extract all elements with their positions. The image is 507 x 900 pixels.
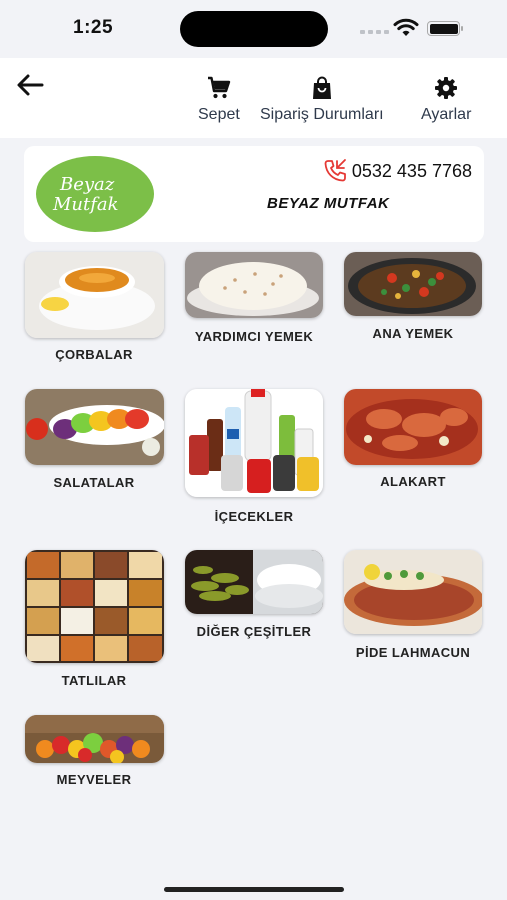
- category-label: SALATALAR: [53, 475, 135, 490]
- order-status-button[interactable]: Sipariş Durumları: [260, 76, 384, 124]
- settings-button[interactable]: Ayarlar: [421, 76, 471, 124]
- cart-icon: [207, 76, 231, 99]
- category-tile-yardimci-yemek[interactable]: [185, 252, 323, 318]
- cart-button[interactable]: Sepet: [198, 76, 240, 124]
- pickles-yogurt-image: [185, 550, 323, 614]
- category-tile-ana-yemek[interactable]: [344, 252, 482, 316]
- cellular-signal-icon: [360, 30, 389, 34]
- phone-link[interactable]: 0532 435 7768: [322, 158, 472, 184]
- category-tile-icecekler[interactable]: [185, 389, 323, 497]
- store-logo: Beyaz Mutfak: [36, 156, 154, 232]
- wifi-icon: [393, 18, 419, 36]
- category-tile-tatlilar[interactable]: [25, 550, 164, 663]
- home-indicator[interactable]: [164, 887, 344, 892]
- category-tile-corbalar[interactable]: [25, 252, 164, 338]
- category-tile-meyveler[interactable]: [25, 715, 164, 763]
- category-label: DİĞER ÇEŞİTLER: [196, 624, 312, 639]
- category-label: MEYVELER: [56, 772, 132, 787]
- status-bar: 1:25: [0, 0, 507, 58]
- category-label: YARDIMCI YEMEK: [194, 329, 314, 344]
- lahmacun-image: [344, 550, 482, 634]
- category-label: PİDE LAHMACUN: [355, 645, 471, 660]
- main-dish-image: [344, 252, 482, 316]
- salad-image: [25, 389, 164, 465]
- soup-image: [25, 252, 164, 338]
- gear-icon: [435, 77, 458, 99]
- rice-pilaf-image: [185, 252, 323, 318]
- shopping-bag-icon: [312, 76, 331, 99]
- drinks-image: [185, 389, 323, 497]
- category-label: TATLILAR: [61, 673, 127, 688]
- fruits-image: [25, 715, 164, 763]
- category-label: ALAKART: [380, 474, 446, 489]
- category-label: İÇECEKLER: [214, 509, 294, 524]
- category-tile-salatalar[interactable]: [25, 389, 164, 465]
- alakart-dish-image: [344, 389, 482, 465]
- category-tile-alakart[interactable]: [344, 389, 482, 465]
- dynamic-island: [180, 11, 328, 47]
- settings-label: Ayarlar: [421, 106, 472, 123]
- category-label: ÇORBALAR: [55, 347, 133, 362]
- cart-label: Sepet: [198, 106, 240, 123]
- back-arrow-icon[interactable]: [14, 70, 46, 100]
- status-time: 1:25: [73, 17, 114, 38]
- logo-text-line1: Beyaz: [60, 174, 115, 195]
- store-name: BEYAZ MUTFAK: [267, 195, 390, 212]
- logo-text-line2: Mutfak: [53, 194, 119, 215]
- category-label: ANA YEMEK: [372, 326, 454, 341]
- category-tile-diger-cesitler[interactable]: [185, 550, 323, 614]
- app-bar: Sepet Sipariş Durumları Ayarlar: [0, 58, 507, 138]
- desserts-image: [25, 550, 164, 663]
- phone-call-icon: [324, 159, 346, 182]
- phone-number: 0532 435 7768: [351, 160, 472, 181]
- category-tile-pide-lahmacun[interactable]: [344, 550, 482, 634]
- order-status-label: Sipariş Durumları: [260, 106, 384, 123]
- battery-icon: [427, 21, 463, 36]
- store-info-card: Beyaz Mutfak 0532 435 7768 BEYAZ MUTFAK: [24, 146, 484, 242]
